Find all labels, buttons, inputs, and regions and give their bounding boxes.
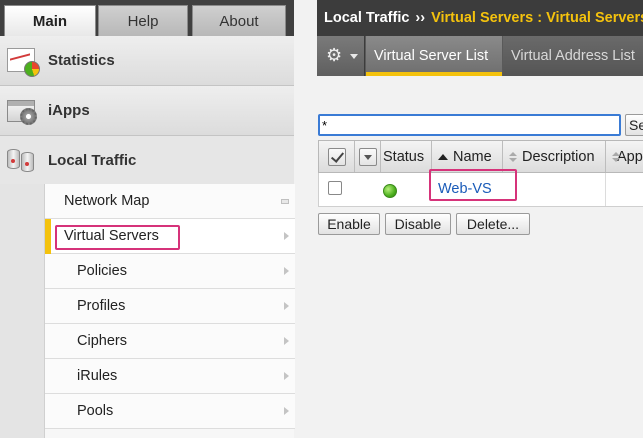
active-tab-indicator bbox=[366, 72, 502, 76]
local-traffic-submenu: Network Map Virtual Servers Policies Pro… bbox=[44, 184, 295, 438]
row-checkbox[interactable] bbox=[328, 181, 342, 195]
chevron-right-icon bbox=[284, 407, 289, 415]
column-header-label: Status bbox=[383, 148, 425, 165]
tab-virtual-address-list[interactable]: Virtual Address List bbox=[503, 36, 643, 76]
local-traffic-servers-icon bbox=[4, 143, 40, 177]
search-input[interactable] bbox=[318, 114, 621, 136]
nav-section-local-traffic[interactable]: Local Traffic bbox=[0, 136, 294, 184]
column-header-description[interactable]: Description bbox=[503, 141, 606, 172]
submenu-item-ciphers[interactable]: Ciphers bbox=[45, 324, 295, 359]
submenu-item-profiles[interactable]: Profiles bbox=[45, 289, 295, 324]
iapps-gear-icon bbox=[4, 94, 40, 128]
column-header-label: Description bbox=[522, 148, 595, 165]
left-navigation-panel: Main Help About Statistics iApps Local T… bbox=[0, 0, 295, 438]
selected-accent-bar bbox=[45, 219, 51, 254]
nav-section-iapps[interactable]: iApps bbox=[0, 86, 294, 136]
column-header-label: Application bbox=[617, 148, 643, 165]
column-header-status[interactable]: Status bbox=[381, 141, 432, 172]
main-tab-bar: Main Help About bbox=[0, 0, 294, 36]
nav-section-label: iApps bbox=[48, 102, 90, 119]
nav-section-label: Statistics bbox=[48, 52, 115, 69]
chevron-down-icon bbox=[350, 54, 358, 59]
column-header-label: Name bbox=[453, 148, 492, 165]
submenu-item-virtual-servers[interactable]: Virtual Servers bbox=[45, 219, 295, 254]
highlight-box-web-vs bbox=[429, 169, 517, 201]
chevron-right-icon bbox=[284, 232, 289, 240]
submenu-item-policies[interactable]: Policies bbox=[45, 254, 295, 289]
nav-section-label: Local Traffic bbox=[48, 151, 137, 169]
column-header-application[interactable]: Application bbox=[606, 141, 643, 172]
settings-menu-button[interactable]: ⚙ bbox=[317, 36, 365, 76]
content-panel: Local Traffic ›› Virtual Servers : Virtu… bbox=[317, 0, 643, 438]
content-tab-bar: ⚙ Virtual Server List Virtual Address Li… bbox=[317, 36, 643, 76]
tab-help[interactable]: Help bbox=[98, 5, 188, 36]
dropdown-menu-icon[interactable] bbox=[358, 147, 377, 166]
search-button[interactable]: Search bbox=[625, 114, 643, 136]
chevron-right-icon bbox=[284, 372, 289, 380]
sort-ascending-icon bbox=[438, 153, 448, 160]
select-all-checkbox[interactable] bbox=[327, 147, 346, 166]
status-available-icon bbox=[383, 184, 397, 198]
breadcrumb: Local Traffic ›› Virtual Servers : Virtu… bbox=[317, 0, 643, 36]
tab-main[interactable]: Main bbox=[4, 5, 96, 36]
statistics-chart-icon bbox=[4, 44, 40, 78]
tab-label: Virtual Server List bbox=[374, 48, 489, 64]
highlight-box-virtual-servers bbox=[55, 225, 180, 250]
disable-button[interactable]: Disable bbox=[385, 213, 451, 235]
tab-about[interactable]: About bbox=[192, 5, 286, 36]
submenu-item-network-map[interactable]: Network Map bbox=[45, 184, 295, 219]
select-all-checkbox-header[interactable] bbox=[319, 141, 355, 172]
submenu-item-irules[interactable]: iRules bbox=[45, 359, 295, 394]
column-divider bbox=[605, 173, 606, 206]
breadcrumb-root[interactable]: Local Traffic bbox=[324, 10, 409, 26]
column-header-name[interactable]: Name bbox=[432, 141, 503, 172]
submenu-item-label: Ciphers bbox=[77, 333, 127, 349]
breadcrumb-current: Virtual Servers : Virtual Servers bbox=[431, 10, 643, 26]
gear-icon: ⚙ bbox=[326, 45, 343, 65]
nav-section-statistics[interactable]: Statistics bbox=[0, 36, 294, 86]
submenu-item-label: Pools bbox=[77, 403, 114, 419]
tab-virtual-server-list[interactable]: Virtual Server List bbox=[366, 36, 502, 76]
submenu-item-label: Network Map bbox=[64, 193, 150, 209]
breadcrumb-separator: ›› bbox=[415, 10, 426, 26]
enable-button[interactable]: Enable bbox=[318, 213, 380, 235]
submenu-item-pools[interactable]: Pools bbox=[45, 394, 295, 429]
chevron-right-icon bbox=[284, 337, 289, 345]
submenu-item-label: Profiles bbox=[77, 298, 126, 314]
chevron-right-icon bbox=[284, 267, 289, 275]
column-options-header[interactable] bbox=[355, 141, 381, 172]
table-row: Web-VS bbox=[318, 169, 643, 207]
tab-label: Virtual Address List bbox=[511, 48, 635, 64]
map-icon bbox=[281, 199, 289, 204]
submenu-item-label: iRules bbox=[77, 368, 118, 384]
delete-button[interactable]: Delete... bbox=[456, 213, 530, 235]
chevron-right-icon bbox=[284, 302, 289, 310]
submenu-item-label: Policies bbox=[77, 263, 127, 279]
sort-icon bbox=[509, 151, 517, 162]
